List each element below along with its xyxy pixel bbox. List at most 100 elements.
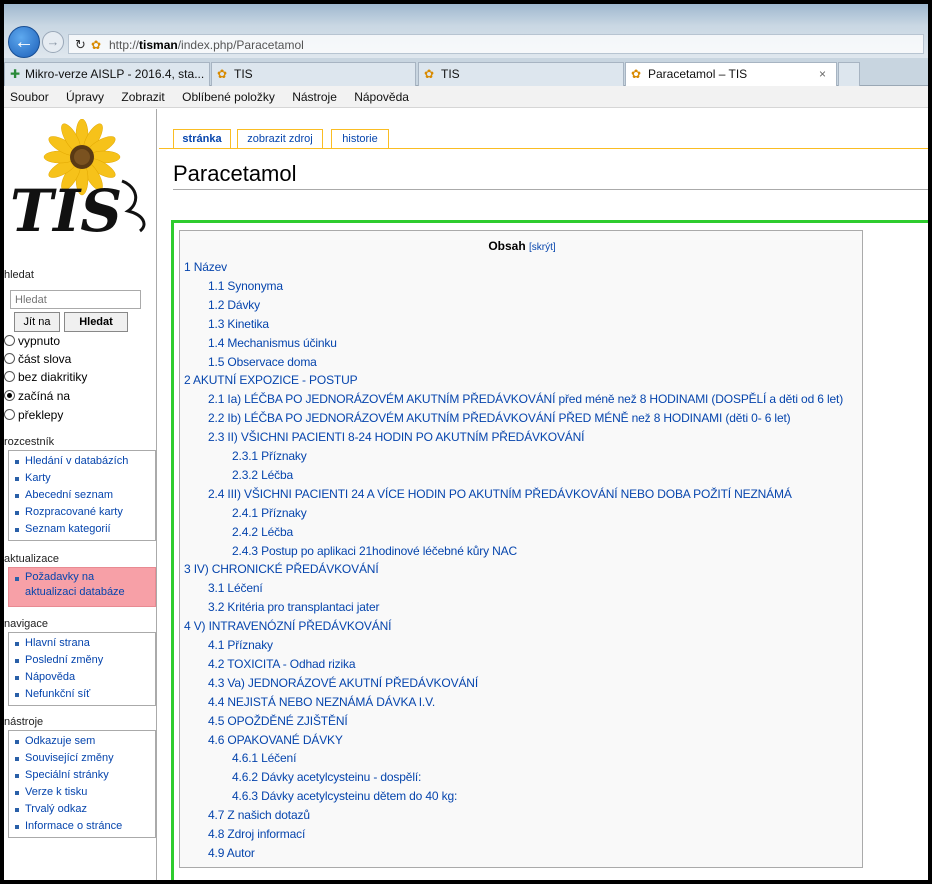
toc-item[interactable]: 2.4.2 Léčba [232, 524, 293, 540]
portlet-rozcestnik: Hledání v databázích Karty Abecední sezn… [8, 450, 156, 541]
tis-favicon-icon: ✿ [217, 67, 228, 81]
tab-paracetamol[interactable]: ✿ Paracetamol – TIS × [625, 62, 837, 87]
toc-item[interactable]: 4.6.2 Dávky acetylcysteinu - dospělí: [232, 769, 421, 785]
url-field[interactable]: ↻ ✿ http://tisman/index.php/Paracetamol [68, 34, 924, 54]
tab-tis-2[interactable]: ✿ TIS [418, 62, 624, 86]
toc-item[interactable]: 4.7 Z našich dotazů [208, 807, 310, 823]
tab-label: Paracetamol – TIS [648, 67, 748, 81]
toc-header: Obsah [skrýt] [180, 239, 864, 253]
toc-item[interactable]: 1.1 Synonyma [208, 278, 283, 294]
toc-item[interactable]: 1.5 Observace doma [208, 354, 317, 370]
search-button[interactable]: Hledat [64, 312, 128, 332]
toc-item[interactable]: 2.4.3 Postup po aplikaci 21hodinové léče… [232, 543, 517, 559]
sidebar-link-informace[interactable]: Informace o stránce [9, 818, 155, 835]
sidebar-link-souvisejici-zmeny[interactable]: Související změny [9, 750, 155, 767]
radio-zacina-na[interactable]: začíná na [4, 387, 70, 405]
toc-item[interactable]: 4.6.3 Dávky acetylcysteinu dětem do 40 k… [232, 788, 457, 804]
radio-icon[interactable] [4, 353, 15, 364]
toc-item[interactable]: 4.6.1 Léčení [232, 750, 296, 766]
toc-item[interactable]: 1.4 Mechanismus účinku [208, 335, 337, 351]
toc-item[interactable]: 4.1 Příznaky [208, 637, 273, 653]
sidebar-link-posledni-zmeny[interactable]: Poslední změny [9, 652, 155, 669]
back-arrow-icon[interactable]: ← [8, 26, 40, 58]
toc-item[interactable]: 4.8 Zdroj informací [208, 826, 305, 842]
toc-item[interactable]: 4.5 OPOŽDĚNÉ ZJIŠTĚNÍ [208, 713, 348, 729]
sidebar-link-rozpracovane-karty[interactable]: Rozpracované karty [9, 504, 155, 521]
toc-item[interactable]: 4 V) INTRAVENÓZNÍ PŘEDÁVKOVÁNÍ [184, 618, 391, 634]
menu-help[interactable]: Nápověda [354, 86, 409, 108]
radio-preklepy[interactable]: překlepy [4, 406, 63, 424]
sidebar-link-seznam-kategorii[interactable]: Seznam kategorií [9, 521, 155, 538]
toc-item[interactable]: 2.4.1 Příznaky [232, 505, 307, 521]
search-input[interactable] [10, 290, 141, 309]
radio-label: část slova [18, 352, 72, 366]
sidebar-link-specialni-stranky[interactable]: Speciální stránky [9, 767, 155, 784]
radio-checked-icon[interactable] [4, 390, 15, 401]
search-heading: hledat [4, 269, 34, 281]
toc-item[interactable]: 4.9 Autor [208, 845, 255, 861]
tab-aislp[interactable]: ✚ Mikro-verze AISLP - 2016.4, sta... [4, 62, 210, 86]
toc-item[interactable]: 2.2 Ib) LÉČBA PO JEDNORÁZOVÉM AKUTNÍM PŘ… [208, 410, 791, 426]
page-title: Paracetamol [173, 161, 297, 186]
toc-item[interactable]: 4.3 Va) JEDNORÁZOVÉ AKUTNÍ PŘEDÁVKOVÁNÍ [208, 675, 478, 691]
toc-item[interactable]: 1 Název [184, 259, 227, 275]
toc-item[interactable]: 2.4 III) VŠICHNI PACIENTI 24 A VÍCE HODI… [208, 486, 792, 502]
tis-favicon-icon: ✿ [631, 67, 642, 81]
toc-item[interactable]: 2.3.1 Příznaky [232, 448, 307, 464]
tab-tis-1[interactable]: ✿ TIS [211, 62, 416, 86]
radio-cast-slova[interactable]: část slova [4, 350, 71, 368]
portlet-nastroje: Odkazuje sem Související změny Speciální… [8, 730, 156, 838]
address-bar-area: ← → ↻ ✿ http://tisman/index.php/Paraceta… [4, 4, 928, 58]
sidebar-link-nefunkcni-sit[interactable]: Nefunkční síť [9, 686, 155, 703]
toc-item[interactable]: 2.3 II) VŠICHNI PACIENTI 8-24 HODIN PO A… [208, 429, 585, 445]
radio-bez-diakritiky[interactable]: bez diakritiky [4, 368, 87, 386]
toc-item[interactable]: 4.4 NEJISTÁ NEBO NEZNÁMÁ DÁVKA I.V. [208, 694, 435, 710]
tis-logo[interactable]: TIS [4, 119, 154, 239]
toc-toggle-link[interactable]: [skrýt] [529, 242, 556, 253]
sidebar-link-verze-k-tisku[interactable]: Verze k tisku [9, 784, 155, 801]
tab-label: Mikro-verze AISLP - 2016.4, sta... [25, 67, 205, 81]
toc-item[interactable]: 2.3.2 Léčba [232, 467, 293, 483]
tab-zobrazit-zdroj[interactable]: zobrazit zdroj [237, 129, 323, 149]
toc-item[interactable]: 2 AKUTNÍ EXPOZICE - POSTUP [184, 372, 358, 388]
toc-item[interactable]: 1.3 Kinetika [208, 316, 269, 332]
sidebar-link-karty[interactable]: Karty [9, 470, 155, 487]
new-tab-button[interactable] [838, 62, 860, 86]
menu-view[interactable]: Zobrazit [121, 86, 164, 108]
menu-favorites[interactable]: Oblíbené položky [182, 86, 275, 108]
refresh-icon[interactable]: ↻ [75, 37, 86, 53]
menu-edit[interactable]: Úpravy [66, 86, 104, 108]
toc-item[interactable]: 4.2 TOXICITA - Odhad rizika [208, 656, 356, 672]
toc-item[interactable]: 2.1 Ia) LÉČBA PO JEDNORÁZOVÉM AKUTNÍM PŘ… [208, 391, 843, 407]
radio-vypnuto[interactable]: vypnuto [4, 332, 60, 350]
toc-item[interactable]: 3.1 Léčení [208, 580, 263, 596]
tab-stranka[interactable]: stránka [173, 129, 231, 149]
tis-favicon-icon: ✿ [424, 67, 435, 81]
sidebar-link-hlavni-strana[interactable]: Hlavní strana [9, 635, 155, 652]
sidebar-link-trvaly-odkaz[interactable]: Trvalý odkaz [9, 801, 155, 818]
toc-item[interactable]: 3 IV) CHRONICKÉ PŘEDÁVKOVÁNÍ [184, 561, 379, 577]
go-button[interactable]: Jít na [14, 312, 60, 332]
radio-icon[interactable] [4, 371, 15, 382]
toc-item[interactable]: 3.2 Kritéria pro transplantaci jater [208, 599, 380, 615]
page-area: TIS hledat Jít na Hledat vypnuto část sl… [4, 109, 928, 880]
forward-arrow-icon[interactable]: → [42, 31, 64, 53]
sidebar-link-hledani[interactable]: Hledání v databázích [9, 453, 155, 470]
menu-tools[interactable]: Nástroje [292, 86, 337, 108]
radio-icon[interactable] [4, 409, 15, 420]
menu-bar: Soubor Úpravy Zobrazit Oblíbené položky … [4, 86, 928, 108]
close-tab-icon[interactable]: × [819, 63, 826, 85]
sidebar-link-odkazuje-sem[interactable]: Odkazuje sem [9, 733, 155, 750]
toc-item[interactable]: 4.6 OPAKOVANÉ DÁVKY [208, 732, 343, 748]
radio-icon[interactable] [4, 335, 15, 346]
tab-label: TIS [234, 67, 253, 81]
sidebar-link-abecedni-seznam[interactable]: Abecední seznam [9, 487, 155, 504]
menu-file[interactable]: Soubor [10, 86, 49, 108]
portlet-aktualizace: Požadavky na aktualizaci databáze [8, 567, 156, 607]
tab-historie[interactable]: historie [331, 129, 389, 149]
sidebar-link-pozadavky[interactable]: Požadavky na aktualizaci databáze [9, 570, 129, 600]
sidebar-link-napoveda[interactable]: Nápověda [9, 669, 155, 686]
tab-bar: ✚ Mikro-verze AISLP - 2016.4, sta... ✿ T… [4, 58, 928, 87]
toc-item[interactable]: 1.2 Dávky [208, 297, 260, 313]
section-heading-rozcestnik: rozcestník [4, 436, 55, 448]
